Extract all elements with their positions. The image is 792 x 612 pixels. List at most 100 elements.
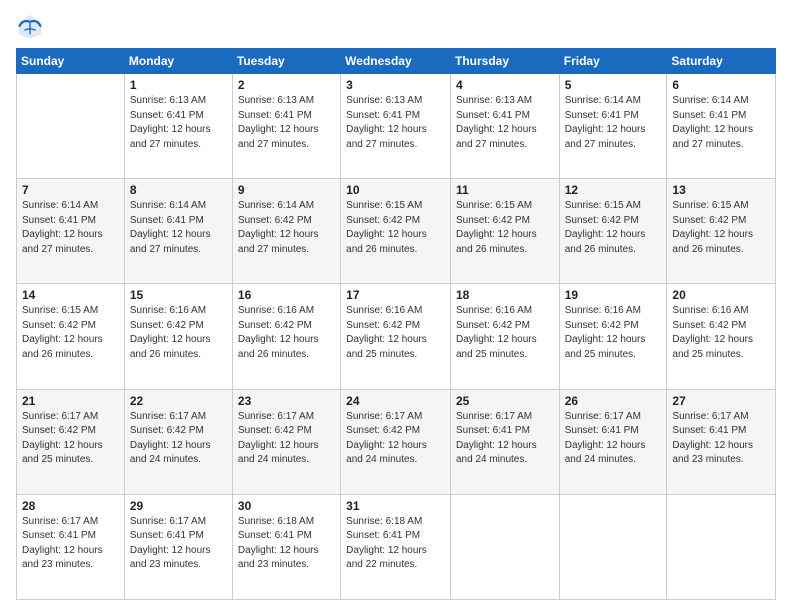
calendar-header-saturday: Saturday: [667, 49, 776, 74]
calendar-cell: 7 Sunrise: 6:14 AM Sunset: 6:41 PM Daylig…: [17, 179, 125, 284]
day-info: Sunrise: 6:14 AM Sunset: 6:41 PM Dayligh…: [130, 199, 227, 257]
calendar-week-5: 28 Sunrise: 6:17 AM Sunset: 6:41 PM Dayli…: [17, 494, 776, 599]
calendar-cell: 3Sunrise: 6:13 AM Sunset: 6:41 PM Daylig…: [341, 74, 451, 179]
calendar-cell: 14 Sunrise: 6:15 AM Sunset: 6:42 PM Dayli…: [17, 284, 125, 389]
day-number: 4: [456, 78, 554, 92]
calendar-cell: 21 Sunrise: 6:17 AM Sunset: 6:42 PM Dayli…: [17, 389, 125, 494]
calendar-cell: 24 Sunrise: 6:17 AM Sunset: 6:42 PM Dayli…: [341, 389, 451, 494]
calendar-week-1: 1Sunrise: 6:13 AM Sunset: 6:41 PM Daylig…: [17, 74, 776, 179]
day-number: 23: [238, 394, 335, 408]
calendar-cell: 22 Sunrise: 6:17 AM Sunset: 6:42 PM Dayli…: [124, 389, 232, 494]
calendar-cell: 17 Sunrise: 6:16 AM Sunset: 6:42 PM Dayli…: [341, 284, 451, 389]
day-number: 26: [565, 394, 662, 408]
calendar-cell: 9 Sunrise: 6:14 AM Sunset: 6:42 PM Daylig…: [232, 179, 340, 284]
day-number: 5: [565, 78, 662, 92]
day-info: Sunrise: 6:14 AM Sunset: 6:41 PM Dayligh…: [565, 94, 662, 152]
calendar-header-monday: Monday: [124, 49, 232, 74]
day-info: Sunrise: 6:17 AM Sunset: 6:42 PM Dayligh…: [238, 410, 335, 468]
calendar-cell: 11Sunrise: 6:15 AM Sunset: 6:42 PM Dayli…: [450, 179, 559, 284]
day-info: Sunrise: 6:17 AM Sunset: 6:41 PM Dayligh…: [22, 515, 119, 573]
calendar-table: SundayMondayTuesdayWednesdayThursdayFrid…: [16, 48, 776, 600]
day-info: Sunrise: 6:14 AM Sunset: 6:42 PM Dayligh…: [238, 199, 335, 257]
day-number: 14: [22, 288, 119, 302]
day-number: 9: [238, 183, 335, 197]
day-number: 27: [672, 394, 770, 408]
calendar-cell: 5 Sunrise: 6:14 AM Sunset: 6:41 PM Daylig…: [559, 74, 667, 179]
day-info: Sunrise: 6:15 AM Sunset: 6:42 PM Dayligh…: [565, 199, 662, 257]
day-number: 13: [672, 183, 770, 197]
day-info: Sunrise: 6:17 AM Sunset: 6:42 PM Dayligh…: [22, 410, 119, 468]
calendar-cell: 12 Sunrise: 6:15 AM Sunset: 6:42 PM Dayli…: [559, 179, 667, 284]
day-info: Sunrise: 6:16 AM Sunset: 6:42 PM Dayligh…: [346, 304, 445, 362]
calendar-week-2: 7 Sunrise: 6:14 AM Sunset: 6:41 PM Daylig…: [17, 179, 776, 284]
calendar-header-sunday: Sunday: [17, 49, 125, 74]
day-info: Sunrise: 6:13 AM Sunset: 6:41 PM Dayligh…: [238, 94, 335, 152]
day-info: Sunrise: 6:16 AM Sunset: 6:42 PM Dayligh…: [565, 304, 662, 362]
day-number: 28: [22, 499, 119, 513]
day-info: Sunrise: 6:17 AM Sunset: 6:42 PM Dayligh…: [130, 410, 227, 468]
day-number: 20: [672, 288, 770, 302]
day-number: 22: [130, 394, 227, 408]
day-number: 10: [346, 183, 445, 197]
calendar-header-wednesday: Wednesday: [341, 49, 451, 74]
day-number: 2: [238, 78, 335, 92]
day-info: Sunrise: 6:15 AM Sunset: 6:42 PM Dayligh…: [346, 199, 445, 257]
day-number: 18: [456, 288, 554, 302]
day-number: 21: [22, 394, 119, 408]
logo: [16, 12, 48, 40]
calendar-cell: 23 Sunrise: 6:17 AM Sunset: 6:42 PM Dayli…: [232, 389, 340, 494]
day-info: Sunrise: 6:15 AM Sunset: 6:42 PM Dayligh…: [672, 199, 770, 257]
day-number: 29: [130, 499, 227, 513]
calendar-cell: 15 Sunrise: 6:16 AM Sunset: 6:42 PM Dayli…: [124, 284, 232, 389]
calendar-week-4: 21 Sunrise: 6:17 AM Sunset: 6:42 PM Dayli…: [17, 389, 776, 494]
day-info: Sunrise: 6:18 AM Sunset: 6:41 PM Dayligh…: [346, 515, 445, 573]
calendar-cell: 29 Sunrise: 6:17 AM Sunset: 6:41 PM Dayli…: [124, 494, 232, 599]
day-number: 15: [130, 288, 227, 302]
calendar-cell: 31 Sunrise: 6:18 AM Sunset: 6:41 PM Dayli…: [341, 494, 451, 599]
day-number: 17: [346, 288, 445, 302]
day-number: 8: [130, 183, 227, 197]
day-info: Sunrise: 6:15 AM Sunset: 6:42 PM Dayligh…: [22, 304, 119, 362]
calendar-week-3: 14 Sunrise: 6:15 AM Sunset: 6:42 PM Dayli…: [17, 284, 776, 389]
calendar-cell: 25Sunrise: 6:17 AM Sunset: 6:41 PM Dayli…: [450, 389, 559, 494]
day-number: 31: [346, 499, 445, 513]
calendar-cell: 10 Sunrise: 6:15 AM Sunset: 6:42 PM Dayli…: [341, 179, 451, 284]
calendar-cell: 19Sunrise: 6:16 AM Sunset: 6:42 PM Dayli…: [559, 284, 667, 389]
day-number: 6: [672, 78, 770, 92]
day-number: 24: [346, 394, 445, 408]
day-info: Sunrise: 6:16 AM Sunset: 6:42 PM Dayligh…: [672, 304, 770, 362]
day-info: Sunrise: 6:16 AM Sunset: 6:42 PM Dayligh…: [130, 304, 227, 362]
day-info: Sunrise: 6:13 AM Sunset: 6:41 PM Dayligh…: [346, 94, 445, 152]
calendar-cell: 27 Sunrise: 6:17 AM Sunset: 6:41 PM Dayli…: [667, 389, 776, 494]
calendar-cell: [17, 74, 125, 179]
day-number: 7: [22, 183, 119, 197]
calendar-header-thursday: Thursday: [450, 49, 559, 74]
day-info: Sunrise: 6:14 AM Sunset: 6:41 PM Dayligh…: [22, 199, 119, 257]
calendar-header-friday: Friday: [559, 49, 667, 74]
calendar-cell: [559, 494, 667, 599]
page: SundayMondayTuesdayWednesdayThursdayFrid…: [0, 0, 792, 612]
day-info: Sunrise: 6:17 AM Sunset: 6:41 PM Dayligh…: [672, 410, 770, 468]
day-info: Sunrise: 6:14 AM Sunset: 6:41 PM Dayligh…: [672, 94, 770, 152]
calendar-cell: 26 Sunrise: 6:17 AM Sunset: 6:41 PM Dayli…: [559, 389, 667, 494]
day-number: 12: [565, 183, 662, 197]
day-info: Sunrise: 6:16 AM Sunset: 6:42 PM Dayligh…: [238, 304, 335, 362]
day-info: Sunrise: 6:17 AM Sunset: 6:41 PM Dayligh…: [130, 515, 227, 573]
calendar-cell: 1Sunrise: 6:13 AM Sunset: 6:41 PM Daylig…: [124, 74, 232, 179]
calendar-cell: [450, 494, 559, 599]
calendar-header-tuesday: Tuesday: [232, 49, 340, 74]
day-info: Sunrise: 6:17 AM Sunset: 6:41 PM Dayligh…: [565, 410, 662, 468]
logo-icon: [16, 12, 44, 40]
calendar-cell: 8 Sunrise: 6:14 AM Sunset: 6:41 PM Daylig…: [124, 179, 232, 284]
day-number: 16: [238, 288, 335, 302]
day-info: Sunrise: 6:17 AM Sunset: 6:41 PM Dayligh…: [456, 410, 554, 468]
day-info: Sunrise: 6:18 AM Sunset: 6:41 PM Dayligh…: [238, 515, 335, 573]
calendar-cell: 28 Sunrise: 6:17 AM Sunset: 6:41 PM Dayli…: [17, 494, 125, 599]
day-info: Sunrise: 6:17 AM Sunset: 6:42 PM Dayligh…: [346, 410, 445, 468]
calendar-header-row: SundayMondayTuesdayWednesdayThursdayFrid…: [17, 49, 776, 74]
day-info: Sunrise: 6:13 AM Sunset: 6:41 PM Dayligh…: [456, 94, 554, 152]
day-info: Sunrise: 6:13 AM Sunset: 6:41 PM Dayligh…: [130, 94, 227, 152]
day-info: Sunrise: 6:16 AM Sunset: 6:42 PM Dayligh…: [456, 304, 554, 362]
day-number: 30: [238, 499, 335, 513]
calendar-cell: 30 Sunrise: 6:18 AM Sunset: 6:41 PM Dayli…: [232, 494, 340, 599]
